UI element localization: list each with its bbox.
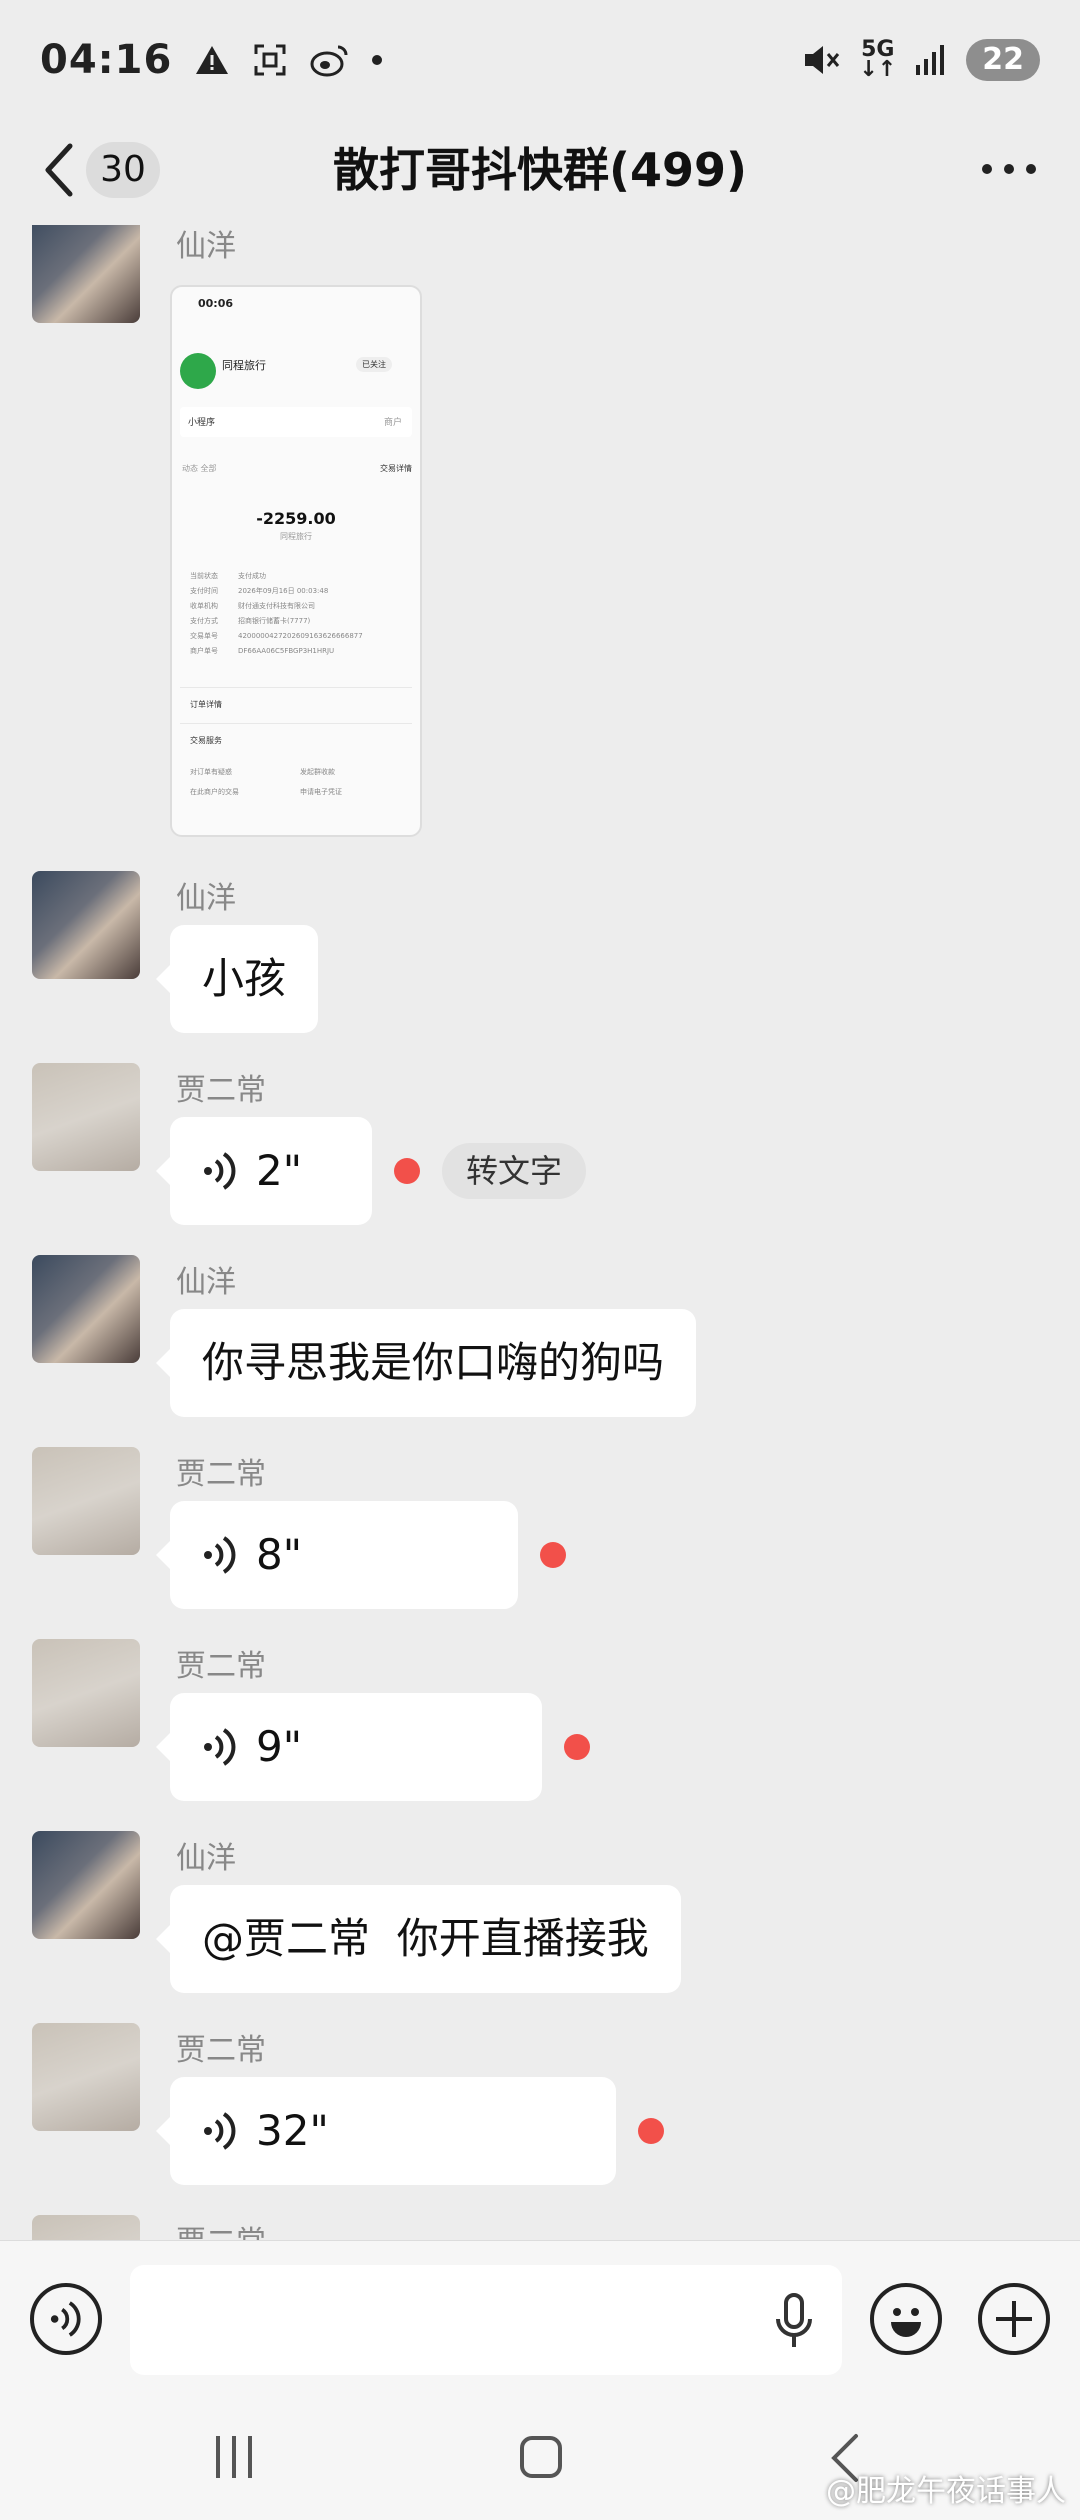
message-text: 小孩 — [202, 954, 287, 1003]
image-tabs: 动态 全部 — [182, 464, 217, 473]
message-input[interactable] — [130, 2265, 842, 2375]
unread-count-badge[interactable]: 30 — [86, 142, 160, 198]
avatar[interactable] — [32, 1639, 140, 1747]
message-list[interactable]: 仙洋 00:06 同程旅行 已关注 小程序 商户 动态 全部 交易详情 -225… — [0, 225, 1080, 2240]
screenshot-icon — [254, 44, 286, 76]
image-service-item: 对订单有疑惑 — [190, 768, 232, 776]
voice-bubble[interactable]: 9" — [156, 1693, 542, 1801]
plus-icon — [996, 2301, 1032, 2337]
message-text: @贾二常 你开直播接我 — [202, 1914, 649, 1963]
warning-icon — [196, 46, 229, 74]
more-icon[interactable] — [982, 164, 1036, 174]
image-row: 支付时间 2026年09月16日 00:03:48 — [190, 587, 329, 595]
home-icon[interactable] — [520, 2436, 562, 2478]
watermark: @肥龙午夜话事人 — [826, 2474, 1066, 2509]
unread-voice-dot — [638, 2118, 664, 2144]
status-time: 04:16 — [40, 37, 173, 83]
voice-bubble[interactable]: 2" — [156, 1117, 372, 1225]
avatar[interactable] — [32, 1447, 140, 1555]
sender-name: 仙洋 — [176, 1841, 236, 1876]
signal-icon — [916, 45, 945, 75]
plus-button[interactable] — [978, 2283, 1050, 2355]
sender-name: 仙洋 — [176, 1265, 236, 1300]
voice-bubble[interactable]: 32" — [156, 2077, 616, 2185]
recent-apps-icon[interactable] — [216, 2436, 252, 2478]
sender-name: 仙洋 — [176, 229, 236, 264]
image-amount: -2259.00 — [256, 509, 336, 528]
text-bubble[interactable]: 小孩 — [155, 925, 319, 1033]
image-mini-program-right: 商户 — [383, 418, 402, 428]
sender-name: 贾二常 — [176, 2223, 266, 2240]
sender-name: 贾二常 — [176, 1649, 266, 1684]
mute-icon — [805, 46, 840, 74]
battery-indicator: 22 — [966, 39, 1040, 81]
chat-title: 散打哥抖快群(499) — [332, 143, 748, 197]
voice-duration: 8" — [256, 1530, 303, 1579]
image-mini-program-label: 小程序 — [188, 418, 216, 428]
chat-header: 30 散打哥抖快群(499) — [0, 120, 1080, 220]
voice-wave-icon — [204, 2112, 236, 2150]
image-row: 当前状态 支付成功 — [190, 572, 266, 580]
unread-voice-dot — [564, 1734, 590, 1760]
voice-duration: 9" — [256, 1722, 303, 1771]
image-row: 收单机构 财付通支付科技有限公司 — [190, 602, 315, 610]
avatar[interactable] — [32, 1063, 140, 1171]
avatar[interactable] — [32, 2023, 140, 2131]
avatar[interactable] — [32, 2215, 140, 2240]
image-service-item: 申请电子凭证 — [300, 788, 342, 796]
notification-dot-icon — [372, 55, 383, 65]
avatar[interactable] — [32, 871, 140, 979]
voice-wave-icon — [204, 1536, 236, 1574]
sender-name: 贾二常 — [176, 2033, 266, 2068]
image-row: 商户单号 DF66AA06C5FBGP3H1HRJU — [190, 647, 335, 655]
message-text: 你寻思我是你口嗨的狗吗 — [202, 1338, 665, 1387]
image-row: 交易单号 4200000427202609163626666877 — [190, 632, 363, 640]
sender-name: 贾二常 — [176, 1457, 266, 1492]
voice-duration: 32" — [256, 2106, 329, 2155]
voice-wave-icon — [204, 1152, 236, 1190]
avatar[interactable] — [32, 1831, 140, 1939]
merchant-logo — [180, 353, 216, 389]
emoji-button[interactable] — [870, 2283, 942, 2355]
voice-duration: 2" — [256, 1146, 303, 1195]
text-bubble[interactable]: 你寻思我是你口嗨的狗吗 — [155, 1309, 697, 1417]
image-detail-rows: 当前状态 支付成功 支付时间 2026年09月16日 00:03:48 收单机构 财付… — [190, 569, 363, 659]
image-service-grid: 对订单有疑惑 发起群收款 在此商户的交易 申请电子凭证 — [190, 767, 410, 797]
back-arrow-icon[interactable] — [36, 142, 86, 198]
sender-name: 贾二常 — [176, 1073, 266, 1108]
image-row: 支付方式 招商银行储蓄卡(7777) — [190, 617, 311, 625]
image-message[interactable]: 00:06 同程旅行 已关注 小程序 商户 动态 全部 交易详情 -2259.0… — [170, 285, 422, 837]
weibo-icon — [310, 45, 348, 77]
emoji-icon — [891, 2308, 921, 2337]
voice-wave-icon — [204, 1728, 236, 1766]
text-bubble[interactable]: @贾二常 你开直播接我 — [156, 1885, 681, 1993]
mic-icon[interactable] — [774, 2293, 814, 2349]
sender-name: 仙洋 — [176, 881, 236, 916]
image-detail-label: 交易详情 — [380, 464, 412, 473]
keyboard-voice-icon — [50, 2301, 81, 2337]
image-merchant-name: 同程旅行 — [222, 359, 266, 372]
unread-voice-dot — [540, 1542, 566, 1568]
unread-voice-dot — [394, 1158, 420, 1184]
voice-bubble[interactable]: 8" — [156, 1501, 518, 1609]
divider — [180, 723, 412, 724]
convert-to-text-button[interactable]: 转文字 — [442, 1143, 587, 1199]
voice-input-toggle[interactable] — [30, 2283, 102, 2355]
image-service-item: 在此商户的交易 — [190, 788, 239, 796]
input-bar — [0, 2240, 1080, 2400]
status-bar: 04:16 5G ↓↑ 22 — [0, 0, 1080, 120]
network-type: 5G ↓↑ — [859, 37, 897, 82]
avatar[interactable] — [32, 1255, 140, 1363]
image-status-time: 00:06 — [198, 297, 234, 310]
image-follow-label: 已关注 — [356, 357, 392, 372]
image-service-item: 发起群收款 — [300, 768, 335, 776]
image-service-section: 交易服务 — [190, 736, 222, 745]
avatar[interactable] — [32, 225, 140, 323]
image-order-section: 订单详情 — [190, 700, 222, 709]
image-merchant-sub: 同程旅行 — [280, 532, 312, 541]
divider — [180, 687, 412, 688]
image-mini-program: 小程序 商户 — [180, 407, 412, 437]
